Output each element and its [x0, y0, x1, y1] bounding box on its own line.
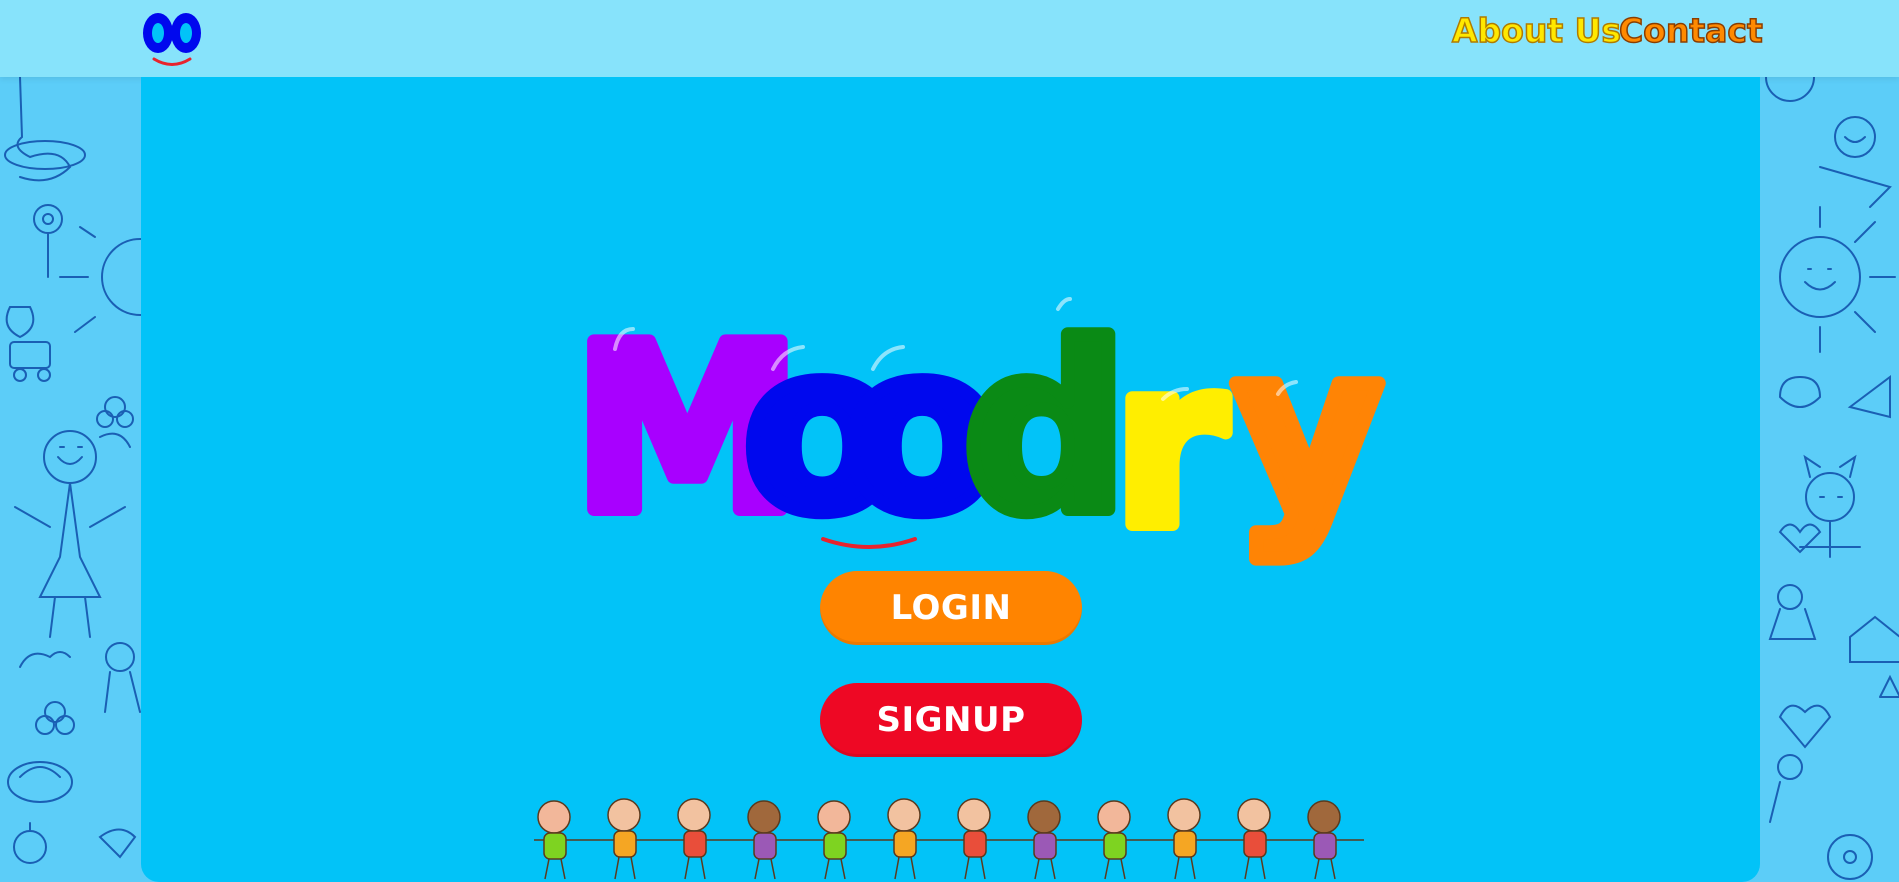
kids-illustration [514, 795, 1384, 882]
login-button[interactable]: LOGIN [820, 571, 1082, 645]
signup-button[interactable]: SIGNUP [820, 683, 1082, 757]
wordmark-letter-y: y [1233, 297, 1383, 564]
doodle-pattern-right [1760, 77, 1899, 882]
nav-about-us-link[interactable]: About Us [1451, 8, 1622, 54]
doodle-pattern-left [0, 77, 141, 882]
wordmark-letter-r: r [1113, 312, 1226, 569]
kid-figure [537, 798, 1341, 880]
doodle-pattern-icon [4, 77, 141, 864]
nav-contact-link[interactable]: Contact [1618, 8, 1763, 54]
kids-holding-hands-illustration [534, 798, 1364, 880]
main-panel: M o o d r y LOGIN SIGNUP [141, 77, 1760, 882]
moodry-wordmark: M o o d r y [566, 290, 1390, 569]
top-navigation-bar: About Us Contact [0, 0, 1899, 77]
doodle-pattern-icon [1765, 77, 1899, 880]
wordmark-letter-d: d [963, 297, 1128, 564]
logo-icon[interactable] [140, 8, 206, 70]
